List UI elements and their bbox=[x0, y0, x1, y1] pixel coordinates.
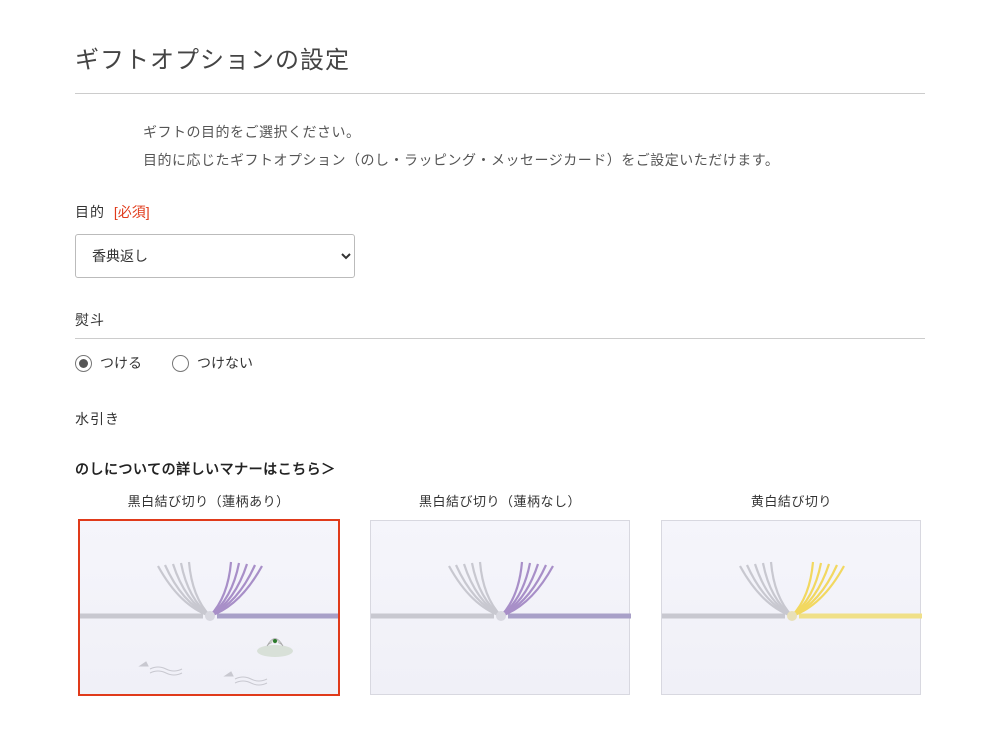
noshi-illustration bbox=[80, 521, 340, 696]
noshi-manner-link[interactable]: のしについての詳しいマナーはこちら＞ bbox=[75, 459, 925, 479]
mizuhiki-option-label: 黒白結び切り（蓮柄あり） bbox=[128, 491, 290, 510]
mizuhiki-card-bw[interactable] bbox=[370, 520, 630, 695]
purpose-select[interactable]: 香典返し bbox=[75, 234, 355, 278]
mizuhiki-option-label: 黄白結び切り bbox=[751, 491, 832, 510]
noshi-illustration bbox=[662, 521, 922, 696]
mizuhiki-option: 黄白結び切り bbox=[658, 491, 925, 695]
noshi-section-label: 熨斗 bbox=[75, 310, 925, 339]
page-title: ギフトオプションの設定 bbox=[75, 40, 925, 94]
mizuhiki-label: 水引き bbox=[75, 409, 925, 429]
intro-text: ギフトの目的をご選択ください。 目的に応じたギフトオプション（のし・ラッピング・… bbox=[143, 118, 925, 174]
radio-label-on: つける bbox=[100, 353, 142, 373]
intro-line2: 目的に応じたギフトオプション（のし・ラッピング・メッセージカード）をご設定いただ… bbox=[143, 146, 925, 174]
mizuhiki-options: 黒白結び切り（蓮柄あり） bbox=[75, 491, 925, 695]
mizuhiki-card-bw-lotus[interactable] bbox=[79, 520, 339, 695]
radio-icon bbox=[172, 355, 189, 372]
radio-label-off: つけない bbox=[197, 353, 253, 373]
noshi-radio-on[interactable]: つける bbox=[75, 353, 142, 373]
purpose-label: 目的 bbox=[75, 204, 105, 220]
required-badge: [必須] bbox=[114, 204, 150, 220]
radio-icon bbox=[75, 355, 92, 372]
purpose-label-row: 目的 [必須] bbox=[75, 202, 925, 222]
noshi-illustration bbox=[371, 521, 631, 696]
mizuhiki-card-yw[interactable] bbox=[661, 520, 921, 695]
noshi-radio-group: つける つけない bbox=[75, 353, 925, 373]
intro-line1: ギフトの目的をご選択ください。 bbox=[143, 118, 925, 146]
mizuhiki-option: 黒白結び切り（蓮柄あり） bbox=[75, 491, 342, 695]
noshi-radio-off[interactable]: つけない bbox=[172, 353, 253, 373]
mizuhiki-option-label: 黒白結び切り（蓮柄なし） bbox=[419, 491, 581, 510]
mizuhiki-option: 黒白結び切り（蓮柄なし） bbox=[366, 491, 633, 695]
